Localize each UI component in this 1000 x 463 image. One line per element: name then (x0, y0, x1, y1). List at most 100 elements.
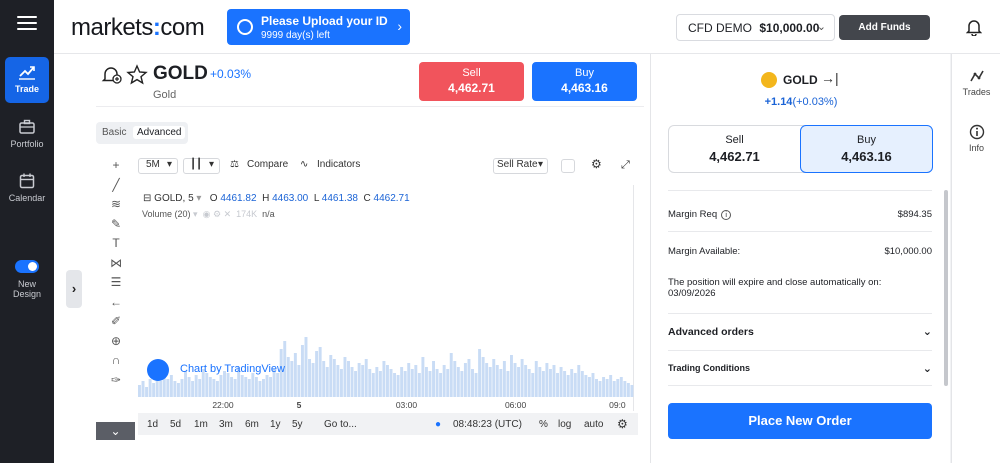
volume-bar (453, 361, 457, 397)
zoom-in-icon[interactable]: ⊕ (106, 334, 126, 354)
gear-icon[interactable]: ⚙ (617, 417, 628, 431)
ruler-lines-icon[interactable]: ☰ (106, 275, 126, 295)
buy-button[interactable]: Buy 4,463.16 (532, 62, 637, 101)
gear-icon[interactable]: ⚙ (591, 157, 602, 171)
price-alert-icon[interactable] (101, 64, 123, 86)
buy-label: Buy (575, 67, 594, 79)
volume-bar (212, 379, 216, 397)
fib-icon[interactable]: ≋ (106, 197, 126, 217)
range-1d[interactable]: 1d (147, 419, 158, 430)
volume-bar (180, 379, 184, 397)
volume-bar (428, 371, 432, 397)
compare-button[interactable]: Compare (247, 159, 288, 170)
fullscreen-icon[interactable]: ⤢ (621, 159, 630, 172)
order-asset-name: GOLD (783, 73, 818, 87)
range-5y[interactable]: 5y (292, 419, 303, 430)
hamburger-menu-icon[interactable] (17, 16, 37, 34)
measure-icon[interactable]: ✐ (106, 314, 126, 334)
order-buy-option[interactable]: Buy 4,463.16 (800, 125, 933, 173)
settings-small-icon[interactable]: ⚙ (213, 209, 221, 219)
bell-icon[interactable] (966, 18, 982, 36)
text-icon[interactable]: T (106, 236, 126, 256)
logo-text-right: com (160, 14, 205, 41)
volume-bar (602, 377, 606, 397)
trading-conditions-accordion[interactable]: Trading Conditions ⌄ (668, 363, 932, 375)
chevron-right-icon[interactable]: › (66, 270, 82, 308)
goto-button[interactable]: Go to... (324, 419, 357, 430)
auto-toggle[interactable]: auto (584, 419, 603, 430)
star-icon[interactable] (126, 64, 148, 86)
pattern-icon[interactable]: ⋈ (106, 256, 126, 276)
nav-item-calendar[interactable]: Calendar (5, 166, 49, 212)
markets-logo[interactable]: markets:com (71, 14, 205, 42)
sell-button[interactable]: Sell 4,462.71 (419, 62, 524, 101)
nav-item-trade[interactable]: Trade (5, 57, 49, 103)
volume-bar (591, 373, 595, 397)
volume-bar (626, 383, 630, 397)
range-6m[interactable]: 6m (245, 419, 259, 430)
chevron-down-icon: ⌄ (816, 21, 826, 33)
collapse-legend-icon[interactable]: ⊟ (143, 193, 151, 204)
sell-price: 4,462.71 (448, 81, 495, 95)
volume-bar (145, 387, 149, 397)
eye-icon[interactable]: ◉ (203, 209, 211, 219)
tradingview-badge[interactable]: Chart by TradingView (147, 359, 287, 381)
order-sell-option[interactable]: Sell 4,462.71 (669, 126, 800, 172)
upload-id-banner[interactable]: Please Upload your ID 9999 day(s) left › (227, 9, 410, 45)
chevron-down-icon: ▾ (167, 159, 173, 170)
chart-panel: GOLD +0.03% Gold Sell 4,462.71 Buy 4,463… (54, 54, 650, 463)
volume-bar (580, 371, 584, 397)
range-1y[interactable]: 1y (270, 419, 281, 430)
percent-toggle[interactable]: % (539, 419, 548, 430)
volume-bar (159, 381, 163, 397)
advanced-orders-accordion[interactable]: Advanced orders ⌄ (668, 326, 932, 338)
brush-icon[interactable]: ✎ (106, 217, 126, 237)
tab-basic[interactable]: Basic (98, 126, 130, 139)
volume-bar (407, 363, 411, 397)
volume-bar (304, 337, 308, 397)
time-tick-label: 22:00 (212, 400, 234, 410)
order-panel-scrollbar[interactable] (944, 190, 948, 386)
volume-bar (414, 365, 418, 397)
indicators-button[interactable]: Indicators (317, 159, 360, 170)
collapse-panel-icon[interactable]: →| (821, 70, 839, 86)
arrow-left-icon[interactable]: ← (106, 295, 126, 315)
range-5d[interactable]: 5d (170, 419, 181, 430)
volume-bar (297, 365, 301, 397)
range-1m[interactable]: 1m (194, 419, 208, 430)
buy-price: 4,463.16 (561, 81, 608, 95)
nav-item-portfolio[interactable]: Portfolio (5, 112, 49, 158)
chevron-down-icon[interactable]: ⌄ (96, 422, 135, 440)
volume-bar (350, 367, 354, 397)
asset-subtitle: Gold (153, 89, 177, 101)
layout-icon[interactable] (561, 159, 575, 173)
volume-bar (566, 375, 570, 397)
log-toggle[interactable]: log (558, 419, 571, 430)
close-icon[interactable]: ✕ (224, 209, 232, 219)
volume-bar (332, 359, 336, 397)
volume-bar (354, 371, 358, 397)
rate-value: Sell Rate (497, 159, 538, 170)
account-selector[interactable]: CFD DEMO $10,000.00 ⌄ (676, 14, 835, 41)
order-sell-price: 4,462.71 (709, 149, 760, 164)
new-design-label-1: New (17, 279, 36, 289)
crosshair-icon[interactable]: + (106, 158, 126, 178)
new-design-toggle[interactable]: New Design (5, 252, 49, 306)
add-funds-button[interactable]: Add Funds (839, 15, 930, 40)
trend-line-icon[interactable]: ╱ (106, 178, 126, 198)
magnet-icon[interactable]: ∩ (106, 353, 126, 373)
info-icon[interactable]: i (721, 210, 732, 220)
volume-bar (318, 347, 322, 397)
place-new-order-button[interactable]: Place New Order (668, 403, 932, 439)
info-tool[interactable]: Info (952, 124, 1000, 153)
volume-bar (396, 375, 400, 397)
range-3m[interactable]: 3m (219, 419, 233, 430)
chevron-down-icon: ▾ (193, 209, 198, 219)
lock-draw-icon[interactable]: ✑ (106, 373, 126, 393)
trades-tool[interactable]: Trades (952, 68, 1000, 97)
chart-line-icon (19, 66, 35, 80)
divider (668, 385, 932, 386)
toggle-switch[interactable] (15, 260, 39, 273)
tab-advanced[interactable]: Advanced (133, 126, 186, 139)
volume-bar (538, 367, 542, 397)
